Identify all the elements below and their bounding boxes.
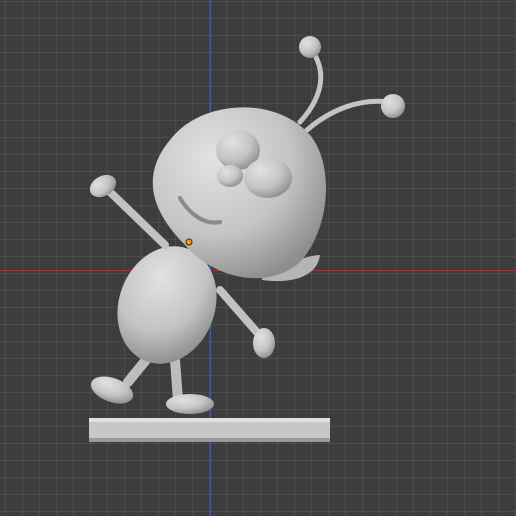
origin-marker[interactable] [185,238,193,246]
arm-right [216,286,266,342]
antenna-ball-right [381,94,405,118]
antennae [297,49,391,133]
antenna-ball-left [299,36,321,58]
legs [90,350,214,414]
3d-viewport[interactable] [0,0,516,516]
cartoon-ant-figure-icon[interactable] [0,0,516,516]
base-plate [89,418,330,442]
hand-right [253,328,275,358]
